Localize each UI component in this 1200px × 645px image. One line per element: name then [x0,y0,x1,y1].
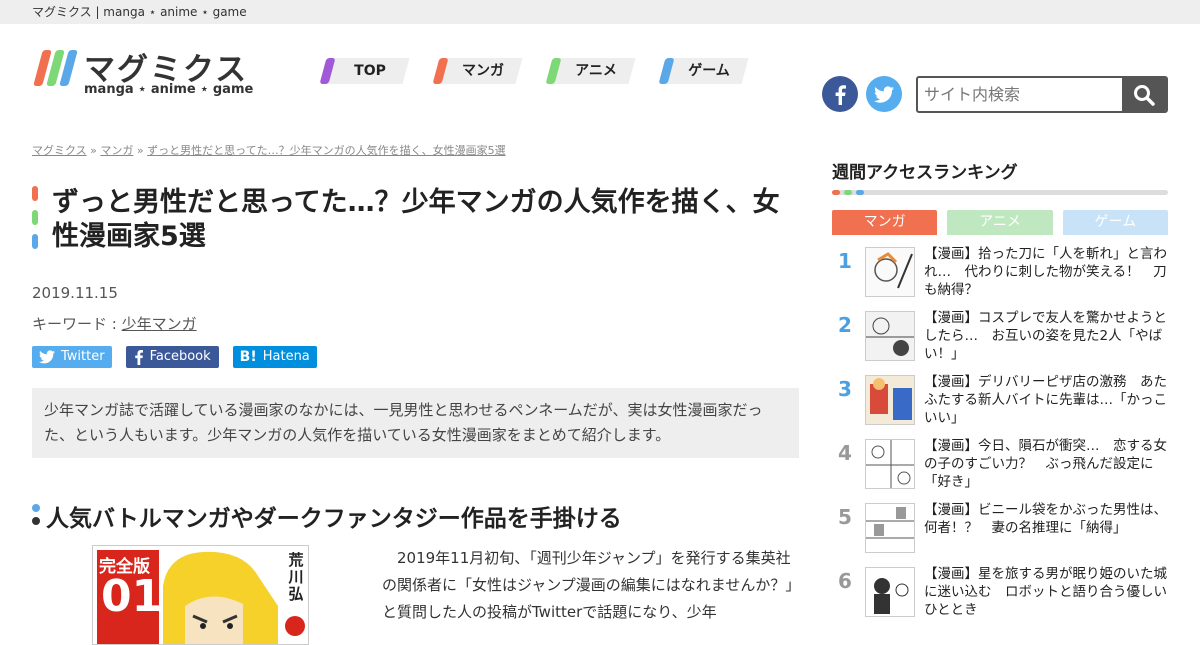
cover-volume: 01 [101,571,163,622]
site-logo[interactable]: マグミクス manga ⋆ anime ⋆ game [32,44,253,104]
ranking-list: 1 【漫画】拾った刀に「人を斬れ」と言われ… 代わりに刺した物が笑える！ 刀も納… [832,241,1168,625]
site-header: マグミクス manga ⋆ anime ⋆ game TOP マンガ アニメ ゲ… [0,24,1200,120]
page-title: ずっと男性だと思ってた…？少年マンガの人気作を描く、女性漫画家5選 [52,187,780,252]
topbar-text: マグミクス | manga ⋆ anime ⋆ game [32,5,247,19]
breadcrumb-separator: » [133,144,148,157]
hatena-icon: B! [239,349,257,365]
breadcrumb-home[interactable]: マグミクス [32,144,87,157]
facebook-icon[interactable] [822,76,858,112]
logo-subtitle: manga ⋆ anime ⋆ game [84,82,254,97]
article-body: 2019年11月初旬、「週刊少年ジャンプ」を発行する集英社の関係者に「女性はジャ… [382,549,793,621]
rank-title-link: 【漫画】星を旅する男が眠り姫のいた城に迷い込む ロボットと語り合う優しいひととき [924,566,1167,618]
topbar: マグミクス | manga ⋆ anime ⋆ game [0,0,1200,24]
ranking-tabs: マンガ アニメ ゲーム [832,210,1168,235]
tab-manga[interactable]: マンガ [832,210,938,235]
rank-title-link: 【漫画】拾った刀に「人を斬れ」と言われ… 代わりに刺した物が笑える！ 刀も納得？ [924,246,1167,298]
rank-title-link: 【漫画】今日、隕石が衝突… 恋する女の子のすごい力？ ぶっ飛んだ設定に「好き」 [924,438,1167,490]
nav-label: マンガ [462,63,504,79]
rank-number: 4 [838,441,852,465]
article-main: マグミクス » マンガ » ずっと男性だと思ってた…？少年マンガの人気作を描く、… [32,142,799,645]
list-item[interactable]: 3 【漫画】デリバリーピザ店の激務 あたふたする新人バイトに先輩は…「かっこいい… [832,369,1168,433]
list-item[interactable]: 4 【漫画】今日、隕石が衝突… 恋する女の子のすごい力？ ぶっ飛んだ設定に「好き… [832,433,1168,497]
list-item[interactable]: 1 【漫画】拾った刀に「人を斬れ」と言われ… 代わりに刺した物が笑える！ 刀も納… [832,241,1168,305]
share-hatena-button[interactable]: B! Hatena [232,346,317,368]
manga-cover-image: 完全版 01 荒川弘 [92,545,309,645]
main-nav: TOP マンガ アニメ ゲーム [319,58,749,84]
search-box [916,76,1168,113]
share-twitter-label: Twitter [61,349,105,364]
rank-thumbnail [865,311,915,361]
breadcrumb: マグミクス » マンガ » ずっと男性だと思ってた…？少年マンガの人気作を描く、… [32,142,799,158]
ranking-title-underline [832,190,1168,195]
tab-anime[interactable]: アニメ [947,210,1053,235]
share-facebook-label: Facebook [149,349,211,364]
rank-number: 2 [838,313,852,337]
nav-item-game[interactable]: ゲーム [658,58,749,84]
rank-number: 3 [838,377,852,401]
search-button[interactable] [1122,78,1166,111]
breadcrumb-category[interactable]: マンガ [100,144,133,157]
nav-label: TOP [354,63,386,79]
title-marks-icon [32,186,38,258]
article-date: 2019.11.15 [32,284,118,302]
share-twitter-button[interactable]: Twitter [32,346,112,368]
rank-number: 1 [838,249,852,273]
breadcrumb-separator: » [86,144,101,157]
rank-number: 6 [838,569,852,593]
ranking-title: 週間アクセスランキング [832,163,1018,183]
nav-item-manga[interactable]: マンガ [432,58,523,84]
sidebar: 週間アクセスランキング マンガ アニメ ゲーム 1 【漫画】拾った刀に「人を斬れ… [832,158,1168,625]
rank-title-link: 【漫画】コスプレで友人を驚かせようとしたら… お互いの姿を見た2人「やばい！」 [924,310,1167,362]
rank-number: 5 [838,505,852,529]
nav-item-anime[interactable]: アニメ [545,58,636,84]
list-item[interactable]: 6 【漫画】星を旅する男が眠り姫のいた城に迷い込む ロボットと語り合う優しいひと… [832,561,1168,625]
article-lead: 少年マンガ誌で活躍している漫画家のなかには、一見男性と思わせるペンネームだが、実… [32,388,799,458]
rank-thumbnail [865,247,915,297]
facebook-icon [134,349,143,365]
keyword-label: キーワード : [32,315,122,333]
twitter-icon [39,350,55,364]
article-keywords: キーワード : 少年マンガ [32,313,799,334]
nav-item-top[interactable]: TOP [319,58,410,84]
twitter-icon[interactable] [866,76,902,112]
rank-thumbnail [865,567,915,617]
share-buttons: Twitter Facebook B! Hatena [32,346,799,368]
heading-dots-icon [32,504,40,530]
article-title-block: ずっと男性だと思ってた…？少年マンガの人気作を描く、女性漫画家5選 [32,186,799,254]
list-item[interactable]: 5 【漫画】ビニール袋をかぶった男性は、何者！？ 妻の名推理に「納得」 [832,497,1168,561]
section-heading-text: 人気バトルマンガやダークファンタジー作品を手掛ける [46,506,622,532]
cover-author: 荒川弘 [288,551,304,603]
list-item[interactable]: 2 【漫画】コスプレで友人を驚かせようとしたら… お互いの姿を見た2人「やばい！… [832,305,1168,369]
share-hatena-label: Hatena [262,349,310,364]
section-heading: 人気バトルマンガやダークファンタジー作品を手掛ける [32,499,799,533]
article-content: 完全版 01 荒川弘 2019年11月初旬、「週刊少年ジャンプ」を発行する集英社… [32,545,799,645]
tab-game[interactable]: ゲーム [1062,210,1168,235]
rank-title-link: 【漫画】デリバリーピザ店の激務 あたふたする新人バイトに先輩は…「かっこいい」 [924,374,1167,426]
nav-label: アニメ [575,63,617,79]
nav-label: ゲーム [688,63,730,79]
search-input[interactable] [918,78,1124,111]
rank-thumbnail [865,439,915,489]
keyword-link[interactable]: 少年マンガ [122,315,197,333]
search-icon [1134,84,1155,106]
rank-thumbnail [865,503,915,553]
rank-title-link: 【漫画】ビニール袋をかぶった男性は、何者！？ 妻の名推理に「納得」 [924,502,1167,536]
breadcrumb-current[interactable]: ずっと男性だと思ってた…？少年マンガの人気作を描く、女性漫画家5選 [147,144,505,157]
rank-thumbnail [865,375,915,425]
share-facebook-button[interactable]: Facebook [125,346,219,368]
